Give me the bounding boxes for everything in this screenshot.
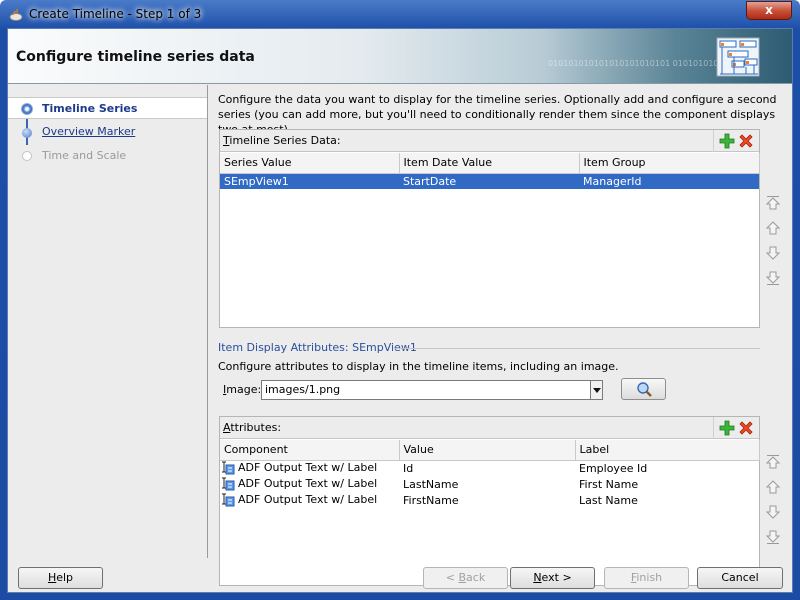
output-text-component-icon: [222, 477, 235, 491]
attributes-label: Attributes:: [223, 421, 282, 434]
coffee-cup-icon: [9, 8, 23, 21]
step-overview-marker[interactable]: Overview Marker: [8, 121, 207, 143]
browse-image-button[interactable]: [621, 378, 666, 400]
step-current-icon: [21, 103, 33, 115]
table-row[interactable]: ADF Output Text w/ Label Id Employee Id: [220, 460, 759, 476]
item-display-section-label: Item Display Attributes: SEmpView1: [218, 341, 417, 354]
page-title: Configure timeline series data: [16, 49, 255, 65]
step-time-and-scale: Time and Scale: [8, 145, 207, 167]
table-header-row: Series Value Item Date Value Item Group: [220, 153, 760, 174]
step-label: Timeline Series: [42, 102, 138, 115]
timeline-series-data-label: Timeline Series Data:: [223, 134, 341, 147]
cancel-button[interactable]: Cancel: [697, 567, 783, 589]
move-to-bottom-icon[interactable]: [765, 529, 781, 545]
panel-toolbar: [713, 130, 759, 152]
close-icon: x: [765, 3, 773, 17]
table-row[interactable]: SEmpView1 StartDate ManagerId: [220, 173, 759, 189]
panel-toolbar: [713, 417, 759, 439]
wizard-steps-sidebar: Timeline Series Overview Marker Time and…: [8, 85, 208, 558]
wizard-banner: Configure timeline series data 010101010…: [8, 29, 792, 84]
attributes-panel: Attributes: Component Value Label ADF Ou…: [219, 416, 760, 586]
column-header[interactable]: Component: [220, 440, 400, 461]
timeline-wizard-icon: [716, 37, 760, 77]
table-row[interactable]: ADF Output Text w/ Label LastName First …: [220, 476, 759, 492]
output-text-component-icon: [222, 493, 235, 507]
delete-icon[interactable]: [738, 133, 754, 149]
title-bar[interactable]: Create Timeline - Step 1 of 3 x: [0, 0, 800, 28]
column-header[interactable]: Series Value: [220, 153, 400, 174]
add-icon[interactable]: [719, 420, 735, 436]
cell-component: ADF Output Text w/ Label: [238, 493, 378, 506]
attributes-table: Component Value Label ADF Output Text w/…: [220, 440, 760, 508]
panel-header: Attributes:: [220, 417, 759, 439]
column-header[interactable]: Item Date Value: [399, 153, 580, 174]
section-divider: [394, 348, 760, 349]
image-field-label: Image:: [223, 383, 262, 396]
cell-component: ADF Output Text w/ Label: [238, 461, 378, 475]
help-button[interactable]: Help: [18, 567, 103, 589]
cell-value: Id: [403, 461, 414, 475]
chevron-down-icon: [593, 388, 601, 393]
dialog-client-area: Configure timeline series data 010101010…: [7, 28, 793, 593]
add-icon[interactable]: [719, 133, 735, 149]
cell-item-date-value: StartDate: [399, 173, 579, 189]
window-title: Create Timeline - Step 1 of 3: [29, 7, 202, 21]
column-header[interactable]: Value: [399, 440, 576, 461]
banner-decoration-text: 010101010101010101010101 0101010101: [548, 59, 724, 68]
cell-label: Employee Id: [579, 461, 648, 475]
cell-component: ADF Output Text w/ Label: [238, 477, 378, 490]
step-label[interactable]: Overview Marker: [42, 125, 135, 138]
column-header[interactable]: Item Group: [579, 153, 760, 174]
finish-button[interactable]: Finish: [604, 567, 689, 589]
output-text-component-icon: [222, 461, 235, 475]
main-content: Configure the data you want to display f…: [218, 85, 792, 586]
table-header-row: Component Value Label: [220, 440, 760, 461]
step-pending-icon: [22, 151, 32, 161]
cell-value: LastName: [403, 477, 459, 491]
image-path-input[interactable]: images/1.png: [261, 380, 591, 400]
step-label: Time and Scale: [42, 149, 127, 162]
move-up-icon[interactable]: [765, 479, 781, 495]
step-timeline-series[interactable]: Timeline Series: [8, 97, 207, 119]
item-display-description: Configure attributes to display in the t…: [218, 360, 619, 373]
move-down-icon[interactable]: [765, 504, 781, 520]
move-down-icon[interactable]: [765, 245, 781, 261]
column-header[interactable]: Label: [575, 440, 760, 461]
cell-label: Last Name: [579, 493, 638, 507]
move-up-icon[interactable]: [765, 220, 781, 236]
timeline-series-table: Series Value Item Date Value Item Group …: [220, 153, 760, 189]
dialog-window: Create Timeline - Step 1 of 3 x Configur…: [0, 0, 800, 600]
table-row[interactable]: ADF Output Text w/ Label FirstName Last …: [220, 492, 759, 508]
cell-label: First Name: [579, 477, 639, 491]
back-button[interactable]: < Back: [423, 567, 508, 589]
step-complete-icon: [22, 128, 32, 138]
move-to-top-icon[interactable]: [765, 454, 781, 470]
next-button[interactable]: Next >: [510, 567, 595, 589]
close-button[interactable]: x: [746, 1, 792, 20]
magnifier-icon: [637, 382, 652, 397]
cell-series-value: SEmpView1: [220, 173, 399, 189]
move-to-top-icon[interactable]: [765, 195, 781, 211]
image-dropdown-button[interactable]: [591, 380, 603, 400]
cell-value: FirstName: [403, 493, 459, 507]
delete-icon[interactable]: [738, 420, 754, 436]
move-to-bottom-icon[interactable]: [765, 270, 781, 286]
cell-item-group: ManagerId: [579, 173, 759, 189]
timeline-series-panel: Timeline Series Data: Series Value Item …: [219, 129, 760, 328]
panel-header: Timeline Series Data:: [220, 130, 759, 152]
